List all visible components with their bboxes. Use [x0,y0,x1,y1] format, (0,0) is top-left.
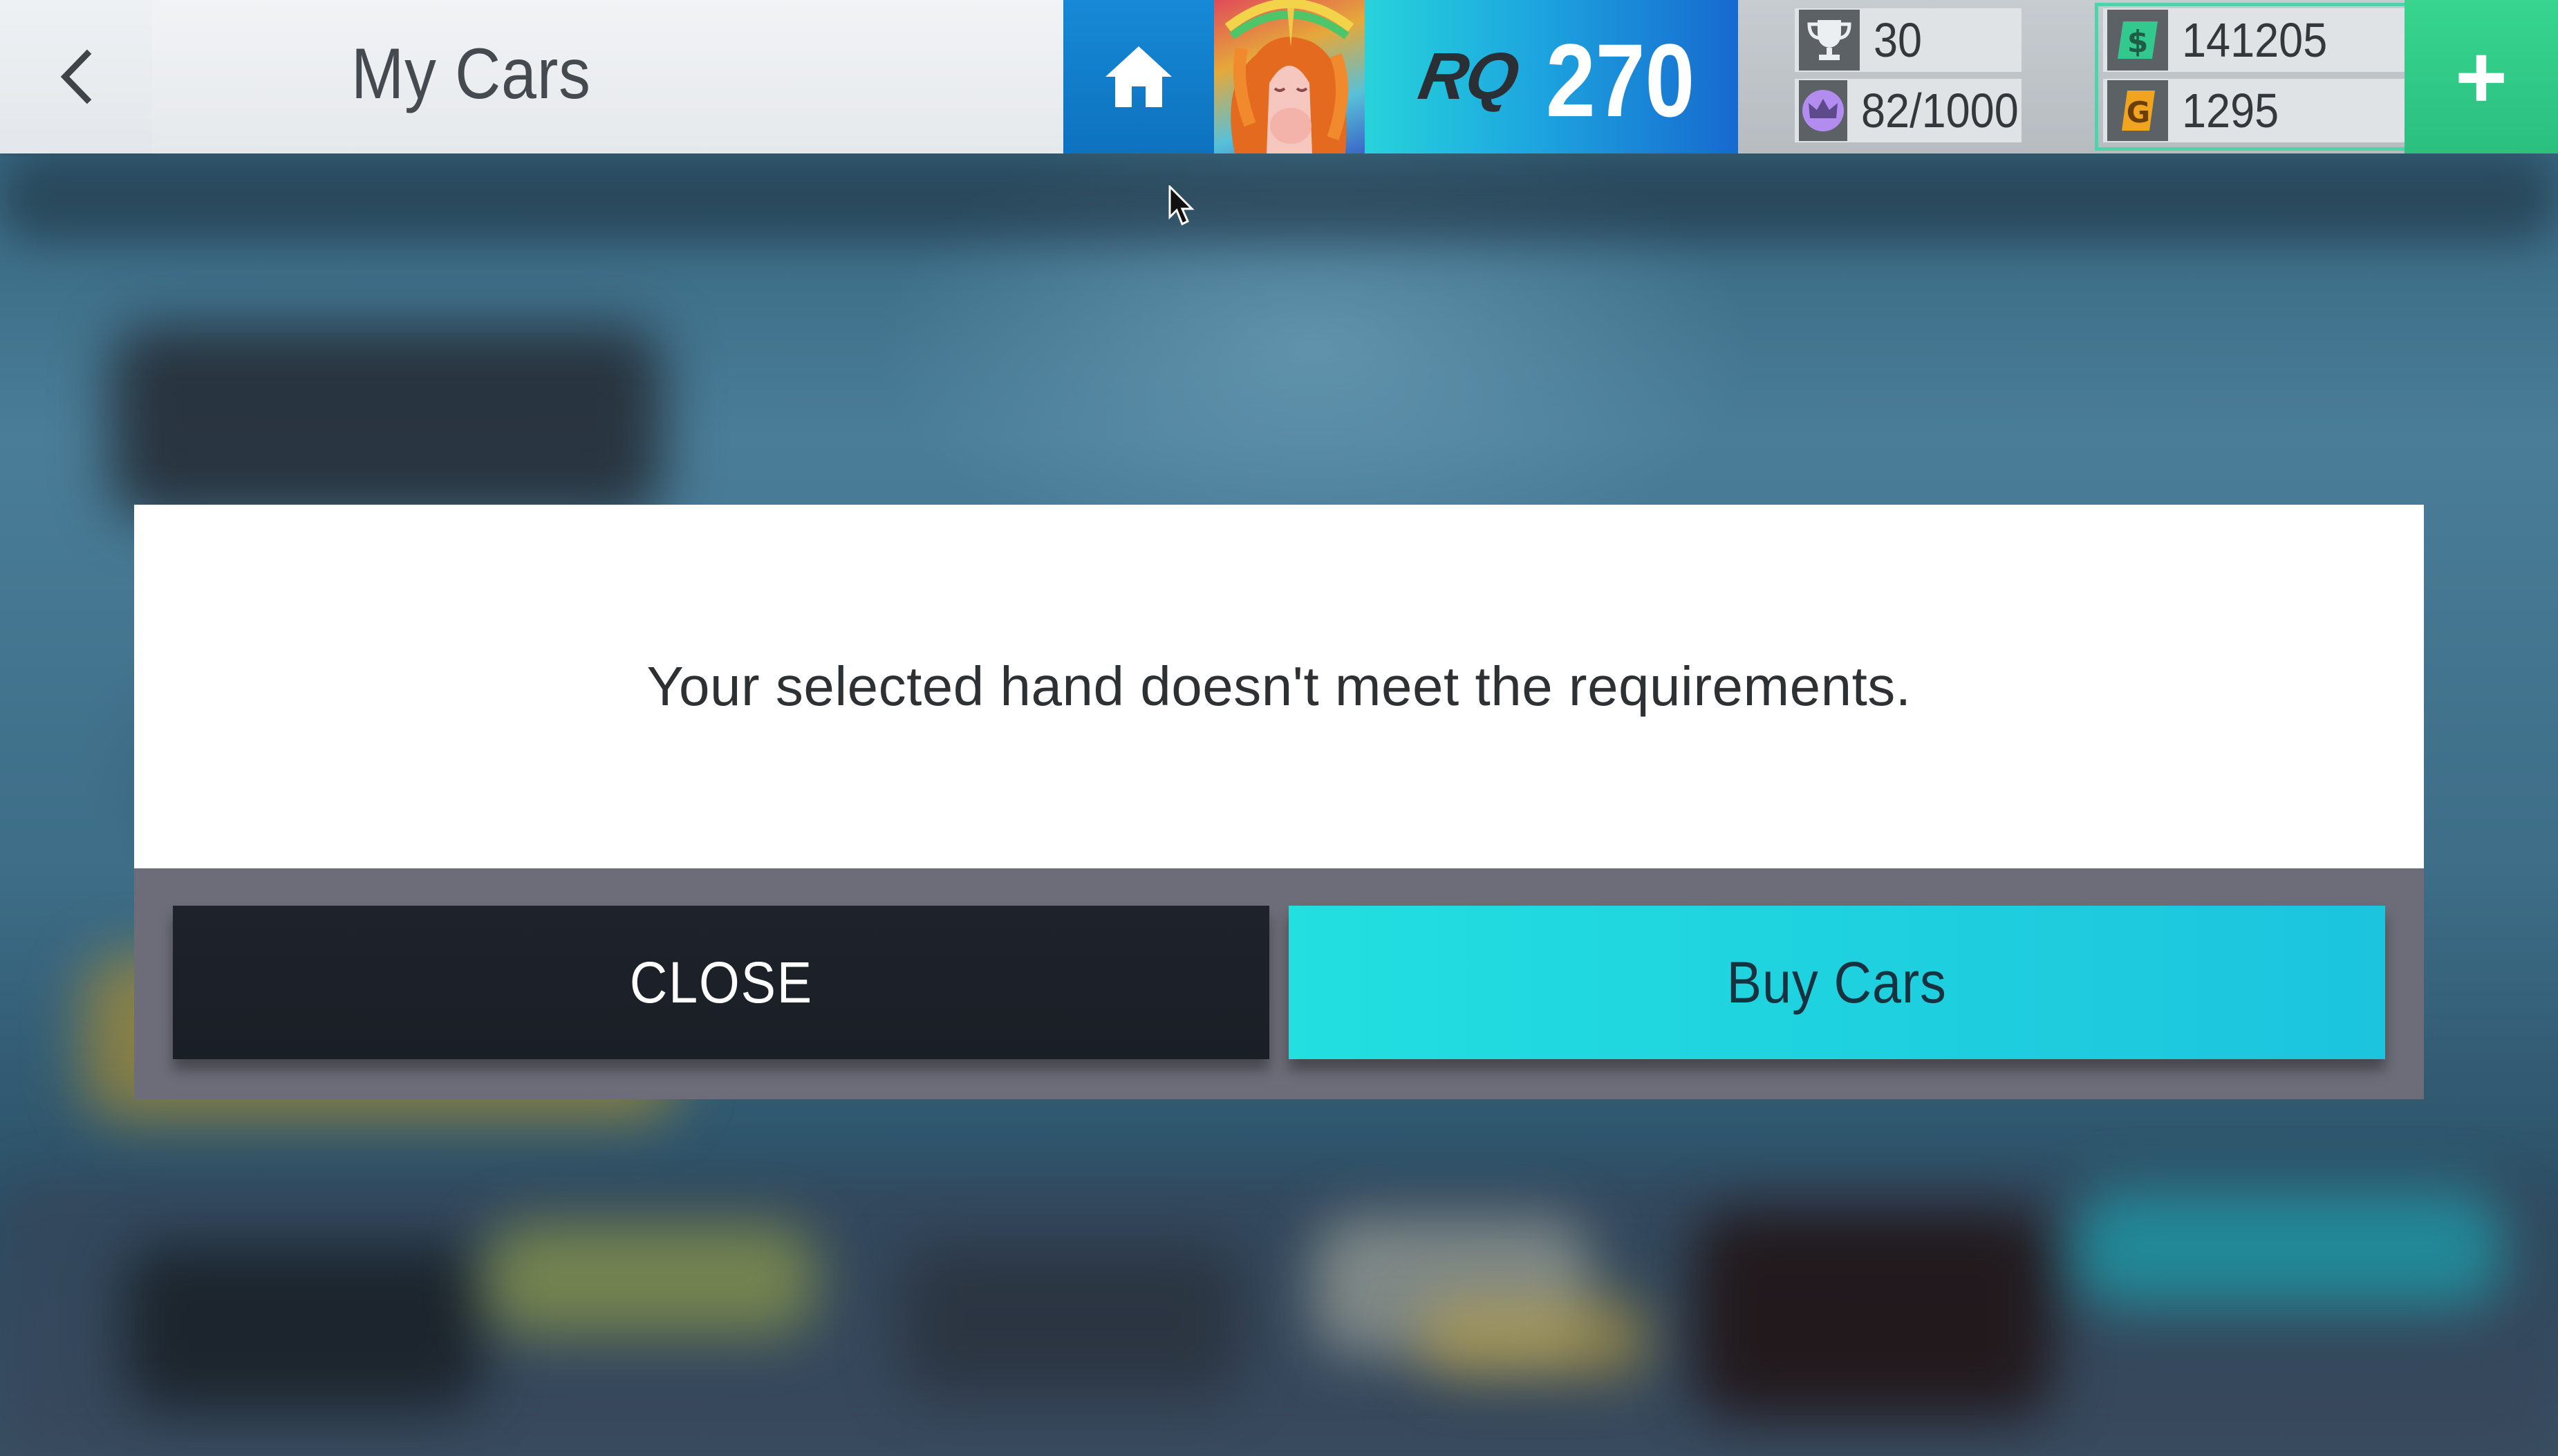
page-title: My Cars [351,34,591,114]
background-car-card [484,1224,816,1334]
background-car-card [899,1244,1244,1397]
add-currency-button[interactable]: + [2405,0,2558,153]
title-area: My Cars [152,0,1063,153]
requirements-dialog: Your selected hand doesn't meet the requ… [134,505,2424,1099]
back-button[interactable] [0,0,152,153]
rq-value: 270 [1546,22,1695,138]
home-icon [1105,46,1172,107]
plus-icon: + [2455,26,2508,127]
trophy-stat: 30 [1795,8,2022,72]
close-button[interactable]: CLOSE [173,906,1269,1059]
unicorn-avatar-icon [1224,0,1354,153]
gold-coin-icon: G [2107,80,2168,141]
avatar[interactable] [1214,0,1365,153]
mouse-cursor-icon [1168,185,1195,226]
top-bar: My Cars RQ 270 30 82/1000 $ 141205 G 129… [0,0,2558,153]
crown-stat: 82/1000 [1795,79,2022,142]
crown-icon [1799,80,1847,141]
dollar-icon: $ [2107,10,2168,71]
home-button[interactable] [1063,0,1214,153]
crown-progress: 82/1000 [1861,84,2019,138]
currency-panel: 30 82/1000 $ 141205 G 1295 [1738,0,2452,153]
dialog-message: Your selected hand doesn't meet the requ… [646,655,1912,717]
background-car-card [1417,1300,1652,1376]
svg-text:$: $ [2127,24,2149,59]
gold-stat[interactable]: G 1295 [2103,79,2407,142]
buy-cars-button[interactable]: Buy Cars [1289,906,2385,1059]
chevron-left-icon [60,49,92,104]
screen: My Cars RQ 270 30 82/1000 $ 141205 G 129… [0,0,2558,1456]
dialog-body: Your selected hand doesn't meet the requ… [134,505,2424,868]
dialog-footer: CLOSE Buy Cars [134,868,2424,1099]
trophy-icon [1799,10,1860,71]
rq-panel[interactable]: RQ 270 [1365,0,1738,153]
background-button [2074,1189,2503,1307]
gold-amount: 1295 [2182,84,2279,138]
trophy-count: 30 [1874,13,1923,67]
close-button-label: CLOSE [629,949,813,1015]
background-car-card [124,1244,484,1410]
background-panel [111,325,664,519]
buy-cars-button-label: Buy Cars [1726,949,1948,1015]
background-car-card [1694,1210,2053,1417]
cash-amount: 141205 [2182,13,2328,67]
cash-stat[interactable]: $ 141205 [2103,8,2407,72]
svg-text:G: G [2127,95,2150,129]
background-strip [0,153,2558,243]
rq-logo: RQ [1413,39,1524,113]
